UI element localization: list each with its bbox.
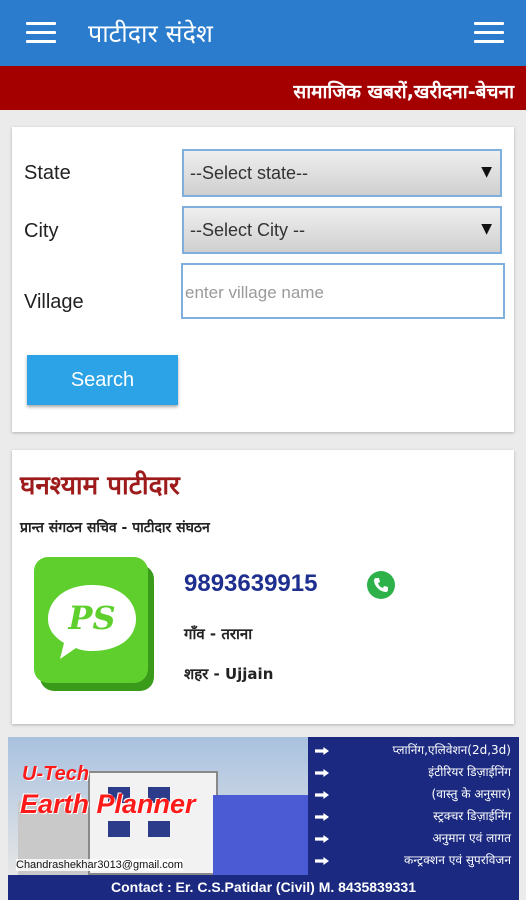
dropdown-arrow-icon: ▼ [481,221,492,237]
ad-brand-line2: Earth Planner [20,789,196,819]
overflow-menu-icon[interactable] [474,22,504,44]
state-label: State [24,162,71,184]
ad-service-item: अनुमान एवं लागत [313,829,515,851]
search-button-label: Search [70,369,135,391]
village-input-placeholder: enter village name [185,283,324,302]
ad-service-item: कन्ट्रक्शन एवं सुपरविजन [313,851,515,873]
ad-service-item: इंटीरियर डिज़ाईनिंग [313,763,515,785]
arrow-icon [315,747,329,755]
ad-service-item: प्लानिंग,एलिवेशन(2d,3d) [313,741,515,763]
city-select-value: --Select City -- [190,220,306,240]
dropdown-arrow-icon: ▼ [481,164,492,180]
village-label: Village [24,291,84,313]
menu-icon[interactable] [26,22,56,44]
ad-email: Chandrashekhar3013@gmail.com [16,859,184,871]
ad-brand-line1: U-Tech [22,763,90,785]
profile-village: गाँव - तराना [184,625,253,643]
banner-text: सामाजिक खबरों,खरीदना-बेचना [293,81,514,103]
search-card: State --Select state-- ▼ City --Select C… [12,127,514,432]
profile-role: प्रान्त संगठन सचिव - पाटीदार संघठन [20,520,210,536]
ad-services-list: प्लानिंग,एलिवेशन(2d,3d) इंटीरियर डिज़ाईन… [313,741,515,873]
state-select-value: --Select state-- [190,163,309,183]
ad-service-item: (वास्तु के अनुसार) [313,785,515,807]
village-input[interactable]: enter village name [181,263,505,319]
advertisement-banner[interactable]: U-Tech Earth Planner Chandrashekhar3013@… [8,737,519,900]
profile-card: घनश्याम पाटीदार प्रान्त संगठन सचिव - पाट… [12,450,514,724]
arrow-icon [315,791,329,799]
search-button[interactable]: Search [27,355,178,405]
arrow-icon [315,769,329,777]
ad-service-item: स्ट्रक्चर डिज़ाईनिंग [313,807,515,829]
city-select[interactable]: --Select City -- ▼ [182,206,502,254]
profile-city: शहर - Ujjain [184,665,274,683]
profile-name: घनश्याम पाटीदार [20,471,180,501]
ps-logo-icon: PS [32,555,160,695]
app-title: पाटीदार संदेश [88,19,213,48]
arrow-icon [315,857,329,865]
arrow-icon [315,813,329,821]
logo-text: PS [67,599,115,637]
ad-contact: Contact : Er. C.S.Patidar (Civil) M. 843… [8,875,519,900]
state-select[interactable]: --Select state-- ▼ [182,149,502,197]
call-icon[interactable] [366,570,396,600]
city-label: City [24,220,59,242]
profile-phone[interactable]: 9893639915 [184,570,317,598]
arrow-icon [315,835,329,843]
marquee-banner: सामाजिक खबरों,खरीदना-बेचना [0,66,526,110]
app-bar: पाटीदार संदेश [0,0,526,66]
